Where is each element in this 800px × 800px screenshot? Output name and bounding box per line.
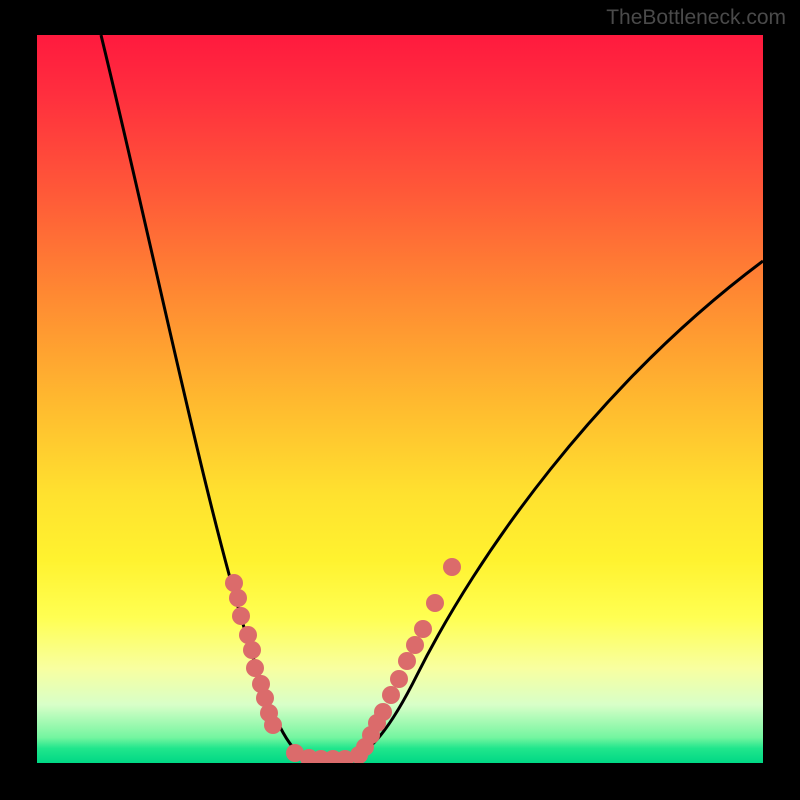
data-point-dot xyxy=(443,558,461,576)
data-point-dot xyxy=(264,716,282,734)
watermark-text: TheBottleneck.com xyxy=(606,6,786,30)
dot-cluster-right xyxy=(356,558,461,756)
data-point-dot xyxy=(374,703,392,721)
data-point-dot xyxy=(390,670,408,688)
data-point-dot xyxy=(398,652,416,670)
data-point-dot xyxy=(232,607,250,625)
data-point-dot xyxy=(406,636,424,654)
dot-cluster-left xyxy=(225,574,282,734)
chart-plot-area xyxy=(37,35,763,763)
data-point-dot xyxy=(414,620,432,638)
chart-svg xyxy=(37,35,763,763)
data-point-dot xyxy=(426,594,444,612)
dot-cluster-valley xyxy=(286,744,368,763)
data-point-dot xyxy=(382,686,400,704)
data-point-dot xyxy=(229,589,247,607)
bottleneck-curve-path xyxy=(101,35,763,759)
data-point-dot xyxy=(243,641,261,659)
data-point-dot xyxy=(246,659,264,677)
